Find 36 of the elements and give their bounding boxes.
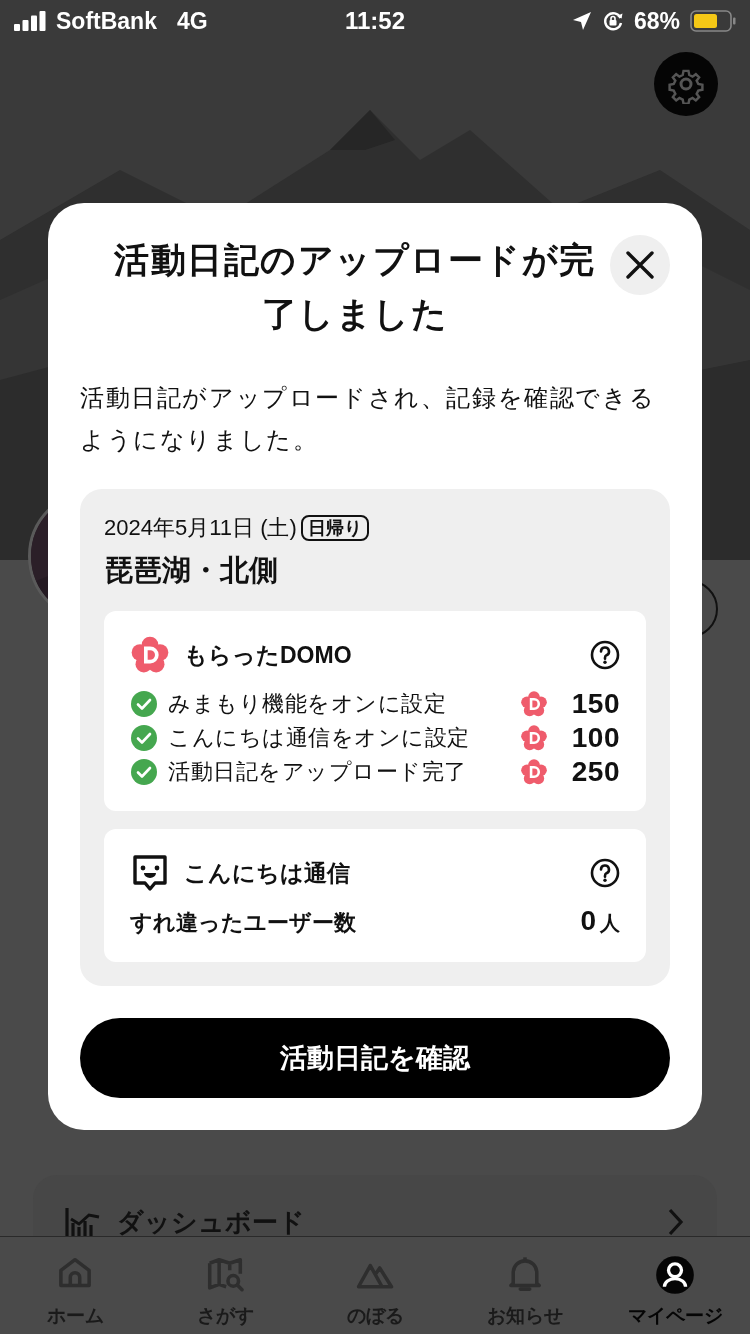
- domo-title: もらったDOMO: [184, 640, 353, 670]
- chevron-right-icon: [667, 1207, 685, 1236]
- flower-icon: [520, 724, 548, 752]
- domo-item-label: みまもり機能をオンに設定: [168, 690, 447, 718]
- dialog-message: 活動日記がアップロードされ、記録を確認できるようになりました。: [80, 383, 657, 455]
- carrier-name: SoftBank: [56, 7, 157, 35]
- help-icon: [590, 858, 620, 888]
- domo-item-label: こんにちは通信をオンに設定: [168, 724, 471, 752]
- domo-points: 150: [570, 688, 620, 720]
- battery-percent: 68%: [633, 7, 680, 35]
- rotation-lock-icon: [601, 10, 624, 32]
- flower-icon: [520, 758, 548, 786]
- clock: 11:52: [344, 7, 406, 35]
- domo-points: 100: [570, 722, 620, 754]
- trip-type-badge: 日帰り: [300, 515, 369, 541]
- encounter-title: こんにちは通信: [184, 858, 351, 888]
- domo-item-label: 活動日記をアップロード完了: [168, 758, 468, 786]
- signal-icon: [14, 11, 46, 31]
- help-icon: [590, 640, 620, 670]
- encounter-count: 0: [580, 905, 596, 937]
- close-icon: [625, 250, 655, 280]
- domo-points: 250: [570, 756, 620, 788]
- count-unit: 人: [600, 911, 620, 936]
- view-diary-button[interactable]: 活動日記を確認: [80, 1018, 670, 1098]
- encounter-label: すれ違ったユーザー数: [130, 909, 357, 937]
- activity-date: 2024年5月11日 (土): [104, 514, 297, 542]
- flower-icon: [520, 690, 548, 718]
- person-icon: [655, 1255, 695, 1295]
- location-arrow-icon: [571, 11, 592, 31]
- tab[interactable]: マイページ: [600, 1237, 750, 1334]
- battery-icon: [690, 10, 736, 32]
- network-type: 4G: [176, 7, 208, 35]
- face-bubble-icon: [130, 853, 170, 893]
- activity-place: 琵琶湖・北側: [104, 553, 279, 588]
- dialog-title: 活動日記のアップロードが完了しました: [113, 239, 597, 335]
- flower-icon: [130, 635, 170, 675]
